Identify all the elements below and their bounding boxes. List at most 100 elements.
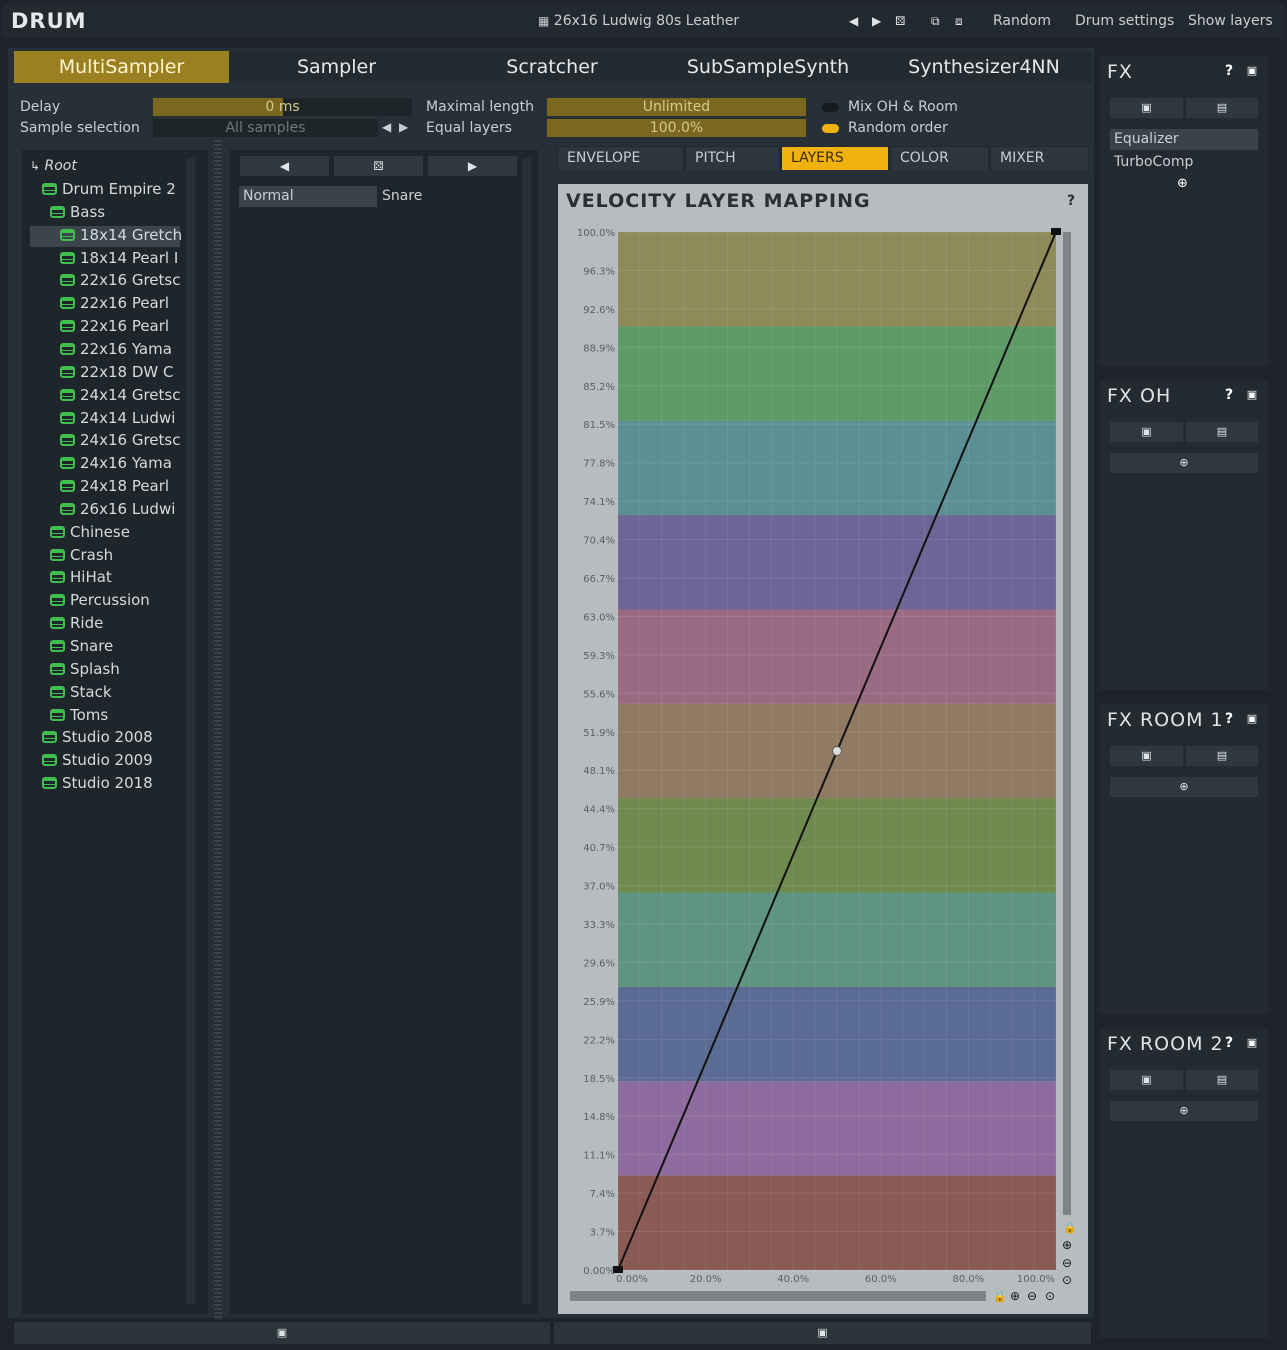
- v-zoom-out-icon[interactable]: ⊖: [1062, 1256, 1072, 1270]
- tab-scratcher[interactable]: Scratcher: [444, 51, 660, 83]
- copy-icon[interactable]: ⧉: [931, 14, 940, 29]
- prev-sample-button[interactable]: ◀: [240, 156, 329, 176]
- sample-selection-dropdown[interactable]: All samples: [153, 119, 378, 137]
- tree-item[interactable]: Studio 2008: [42, 727, 183, 747]
- subtab-color[interactable]: COLOR: [891, 147, 988, 170]
- max-length-slider[interactable]: Unlimited: [547, 98, 806, 116]
- velocity-h-scrollbar[interactable]: [570, 1291, 986, 1301]
- fx-room2-add-button[interactable]: ⊕: [1110, 1101, 1258, 1121]
- tree-item[interactable]: Splash: [50, 659, 183, 679]
- tree-item[interactable]: Bass: [50, 202, 183, 222]
- next-sample-button[interactable]: ▶: [428, 156, 517, 176]
- tree-item[interactable]: 22x16 Yama: [60, 339, 183, 359]
- fx-room1-help-button[interactable]: ?: [1218, 708, 1240, 730]
- random-sample-button[interactable]: ⚄: [334, 156, 423, 176]
- curve-endpoint-handle[interactable]: [1051, 228, 1061, 235]
- tab-sampler[interactable]: Sampler: [229, 51, 444, 83]
- fx-add-icon[interactable]: ⊕: [1177, 176, 1188, 191]
- h-zoom-out-icon[interactable]: ⊖: [1027, 1289, 1037, 1303]
- preset-selector[interactable]: ▦ 26x16 Ludwig 80s Leather: [538, 13, 739, 29]
- tree-item[interactable]: Ride: [50, 613, 183, 633]
- tree-item[interactable]: 24x16 Gretsc: [60, 430, 183, 450]
- v-zoom-reset-icon[interactable]: ⊙: [1062, 1273, 1072, 1287]
- tree-item[interactable]: 24x18 Pearl: [60, 476, 183, 496]
- tree-item[interactable]: 24x14 Gretsc: [60, 385, 183, 405]
- fx-item-turbocomp[interactable]: TurboComp: [1110, 152, 1258, 173]
- tree-scrollbar[interactable]: [186, 158, 195, 1304]
- next-preset-icon[interactable]: ▶: [872, 14, 881, 28]
- tree-item[interactable]: 22x16 Pearl: [60, 293, 183, 313]
- tree-item[interactable]: Chinese: [50, 522, 183, 542]
- panel-splitter[interactable]: [214, 140, 222, 1320]
- fx-room2-delete-button[interactable]: ▣: [1110, 1070, 1183, 1090]
- tree-item[interactable]: Studio 2018: [42, 773, 183, 793]
- fx-oh-clear-button[interactable]: ▤: [1186, 422, 1258, 442]
- tree-item[interactable]: 18x14 Gretch: [60, 225, 183, 245]
- tree-item[interactable]: Stack: [50, 682, 183, 702]
- drum-settings-button[interactable]: Drum settings: [1075, 13, 1174, 29]
- tree-item[interactable]: HiHat: [50, 567, 183, 587]
- fx-room2-clear-button[interactable]: ▤: [1186, 1070, 1258, 1090]
- left-bottom-toggle[interactable]: ▣: [14, 1322, 550, 1344]
- tree-item[interactable]: 24x16 Yama: [60, 453, 183, 473]
- equal-layers-slider[interactable]: 100.0%: [547, 119, 806, 137]
- fx-room2-menu-icon[interactable]: ▣: [1241, 1032, 1263, 1054]
- tree-item[interactable]: Percussion: [50, 590, 183, 610]
- fx-delete-button[interactable]: ▣: [1110, 98, 1183, 118]
- fx-oh-add-button[interactable]: ⊕: [1110, 453, 1258, 473]
- tree-root[interactable]: ↳ Root: [30, 156, 77, 176]
- fx-room1-add-button[interactable]: ⊕: [1110, 777, 1258, 797]
- subtab-envelope[interactable]: ENVELOPE: [558, 147, 683, 170]
- sample-list-scrollbar[interactable]: [522, 158, 531, 1304]
- tree-item[interactable]: Crash: [50, 545, 183, 565]
- sample-selection-prev-icon[interactable]: ◀: [382, 120, 391, 134]
- tree-item[interactable]: 22x16 Pearl: [60, 316, 183, 336]
- h-zoom-in-icon[interactable]: ⊕: [1010, 1289, 1020, 1303]
- mix-oh-room-toggle[interactable]: [822, 103, 839, 112]
- tree-item[interactable]: 24x14 Ludwi: [60, 408, 183, 428]
- subtab-pitch[interactable]: PITCH: [686, 147, 779, 170]
- tree-item[interactable]: Snare: [50, 636, 183, 656]
- tree-item[interactable]: 18x14 Pearl I: [60, 248, 183, 268]
- fx-clear-button[interactable]: ▤: [1186, 98, 1258, 118]
- fx-item-equalizer[interactable]: Equalizer: [1110, 129, 1258, 150]
- tree-item[interactable]: Toms: [50, 705, 183, 725]
- velocity-v-scrollbar[interactable]: [1063, 232, 1071, 1215]
- random-dice-icon[interactable]: ⚄: [895, 14, 905, 28]
- subtab-mixer[interactable]: MIXER: [991, 147, 1088, 170]
- fx-oh-delete-button[interactable]: ▣: [1110, 422, 1183, 442]
- h-zoom-reset-icon[interactable]: ⊙: [1045, 1289, 1055, 1303]
- tree-item[interactable]: Studio 2009: [42, 750, 183, 770]
- sample-selection-next-icon[interactable]: ▶: [399, 120, 408, 134]
- tree-item[interactable]: Drum Empire 2: [42, 179, 183, 199]
- v-lock-icon[interactable]: 🔒: [1063, 1221, 1077, 1234]
- tree-item[interactable]: 22x18 DW C: [60, 362, 183, 382]
- fx-room1-delete-button[interactable]: ▣: [1110, 746, 1183, 766]
- tab-multisampler[interactable]: MultiSampler: [14, 51, 229, 83]
- fx-room2-help-button[interactable]: ?: [1218, 1032, 1240, 1054]
- fx-oh-help-button[interactable]: ?: [1218, 384, 1240, 406]
- random-order-toggle[interactable]: [822, 124, 839, 133]
- velocity-graph[interactable]: 100.0% 96.3% 92.6% 88.9% 85.2% 81.5% 77.8% 74.1…: [558, 222, 1088, 1314]
- tab-subsamplesynth[interactable]: SubSampleSynth: [660, 51, 876, 83]
- subtab-layers[interactable]: LAYERS: [782, 147, 888, 170]
- tree-item[interactable]: 26x16 Ludwi: [60, 499, 183, 519]
- fx-room1-menu-icon[interactable]: ▣: [1241, 708, 1263, 730]
- fx-help-button[interactable]: ?: [1218, 60, 1240, 82]
- right-bottom-toggle[interactable]: ▣: [554, 1322, 1091, 1344]
- show-layers-button[interactable]: Show layers: [1188, 13, 1273, 29]
- h-lock-icon[interactable]: 🔒: [993, 1290, 1007, 1303]
- random-button[interactable]: Random: [993, 13, 1051, 29]
- fx-oh-menu-icon[interactable]: ▣: [1241, 384, 1263, 406]
- tree-item[interactable]: 22x16 Gretsc: [60, 270, 183, 290]
- curve-midpoint-handle[interactable]: [832, 746, 842, 756]
- velocity-help-button[interactable]: ?: [1060, 190, 1082, 212]
- tab-synthesizer4nn[interactable]: Synthesizer4NN: [876, 51, 1092, 83]
- fx-menu-icon[interactable]: ▣: [1241, 60, 1263, 82]
- fx-room1-clear-button[interactable]: ▤: [1186, 746, 1258, 766]
- paste-icon[interactable]: ⧈: [955, 14, 963, 29]
- curve-endpoint-handle[interactable]: [613, 1266, 623, 1273]
- prev-preset-icon[interactable]: ◀: [849, 14, 858, 28]
- delay-slider[interactable]: 0 ms: [153, 98, 412, 116]
- v-zoom-in-icon[interactable]: ⊕: [1062, 1238, 1072, 1252]
